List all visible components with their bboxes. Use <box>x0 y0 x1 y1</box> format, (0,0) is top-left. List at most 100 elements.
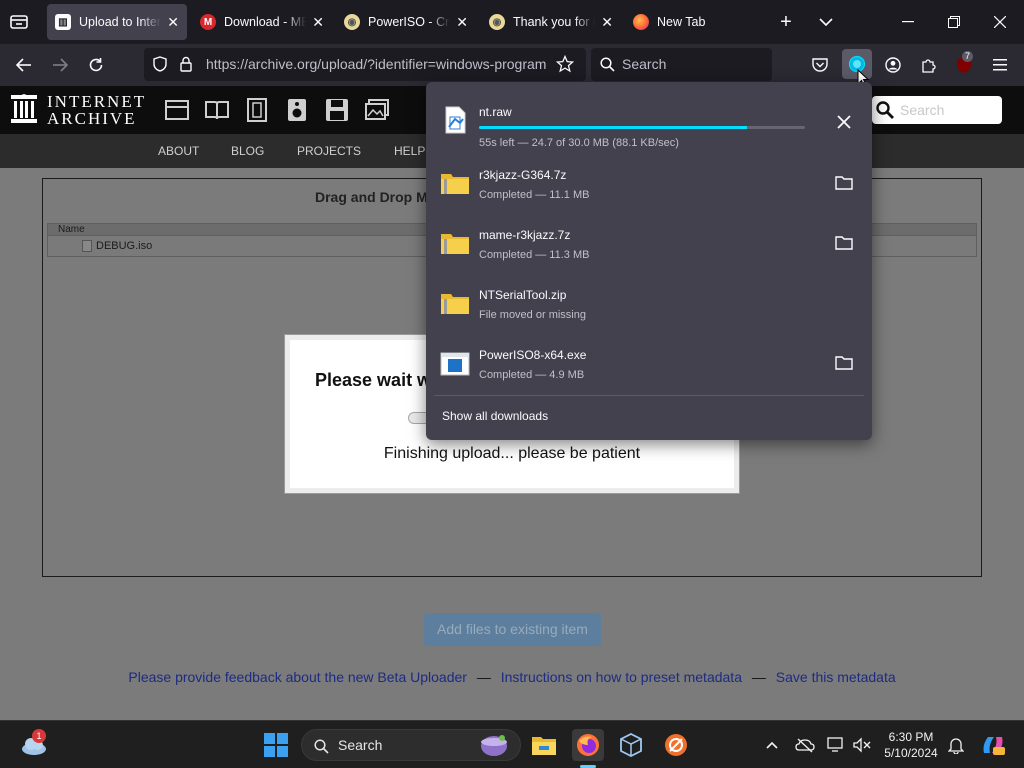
divider <box>434 395 864 396</box>
nav-projects[interactable]: PROJECTS <box>297 144 361 158</box>
footer-links: Please provide feedback about the new Be… <box>0 669 1024 685</box>
show-hidden-icons-chevron-icon[interactable] <box>764 737 780 753</box>
forward-arrow-icon[interactable] <box>50 55 70 75</box>
preset-metadata-link[interactable]: Instructions on how to preset metadata <box>501 669 742 685</box>
extensions-puzzle-icon[interactable] <box>919 55 939 75</box>
system-clock[interactable]: 6:30 PM 5/10/2024 <box>880 729 942 761</box>
ia-search-icon <box>876 101 894 119</box>
firefox-view-icon[interactable] <box>8 12 30 32</box>
ia-search-placeholder: Search <box>900 102 945 118</box>
show-all-downloads-button[interactable]: Show all downloads <box>442 409 548 423</box>
cancel-download-icon[interactable] <box>834 112 854 132</box>
weather-badge: 1 <box>32 729 46 743</box>
open-folder-icon[interactable] <box>834 173 854 193</box>
feedback-link[interactable]: Please provide feedback about the new Be… <box>128 669 467 685</box>
download-item[interactable]: NTSerialTool.zip File moved or missing <box>430 275 868 333</box>
video-film-icon[interactable] <box>245 98 269 122</box>
reload-icon[interactable] <box>86 55 106 75</box>
close-tab-icon[interactable]: ✕ <box>167 14 179 31</box>
volume-muted-icon[interactable] <box>852 736 872 754</box>
search-bar[interactable]: Search <box>591 48 772 81</box>
url-bar[interactable]: https://archive.org/upload/?identifier=w… <box>144 48 586 81</box>
tab-upload-internet-archive[interactable]: ▥ Upload to Internet Archive ✕ <box>47 4 187 40</box>
windows-start-icon[interactable] <box>260 729 292 761</box>
new-tab-plus-icon[interactable]: + <box>776 11 796 33</box>
internet-archive-wordmark[interactable]: INTERNET ARCHIVE <box>47 93 146 127</box>
taskbar-search-placeholder: Search <box>338 737 383 753</box>
tab-poweriso[interactable]: ◉ PowerISO - Create ✕ <box>336 4 476 40</box>
open-folder-icon[interactable] <box>834 353 854 373</box>
pocket-icon[interactable] <box>810 55 830 75</box>
download-item[interactable]: r3kjazz-G364.7z Completed — 11.1 MB <box>430 155 868 213</box>
search-highlight-icon <box>478 731 510 759</box>
tab-download-mega[interactable]: M Download - MEGA ✕ <box>192 4 332 40</box>
download-name: NTSerialTool.zip <box>479 288 567 302</box>
download-name: r3kjazz-G364.7z <box>479 168 567 182</box>
zip-folder-icon <box>440 228 470 258</box>
minimize-icon[interactable] <box>898 12 918 32</box>
zip-folder-icon <box>440 288 470 318</box>
windows-taskbar: 1 Search 6:30 PM 5/10/2024 <box>0 720 1024 768</box>
download-status: File moved or missing <box>479 309 586 321</box>
bookmark-star-icon[interactable] <box>556 55 574 73</box>
clock-date: 5/10/2024 <box>884 746 938 760</box>
nav-about[interactable]: ABOUT <box>158 144 199 158</box>
file-explorer-icon[interactable] <box>528 729 560 761</box>
audio-speaker-icon[interactable] <box>287 98 307 122</box>
url-text[interactable]: https://archive.org/upload/?identifier=w… <box>206 56 548 72</box>
save-metadata-link[interactable]: Save this metadata <box>776 669 896 685</box>
download-item[interactable]: PowerISO8-x64.exe Completed — 4.9 MB <box>430 335 868 393</box>
images-icon[interactable] <box>365 99 389 121</box>
close-window-icon[interactable] <box>990 12 1010 32</box>
firefox-taskbar-icon[interactable] <box>572 729 604 761</box>
navigation-toolbar: https://archive.org/upload/?identifier=w… <box>0 44 1024 87</box>
separator: — <box>751 669 766 685</box>
texts-book-icon[interactable] <box>205 99 229 121</box>
download-item[interactable]: mame-r3kjazz.7z Completed — 11.3 MB <box>430 215 868 273</box>
web-icon[interactable] <box>165 99 189 121</box>
modal-title: Please wait w <box>315 370 432 390</box>
modal-message: Finishing upload... please be patient <box>383 445 641 462</box>
nav-blog[interactable]: BLOG <box>231 144 264 158</box>
search-icon <box>599 56 615 72</box>
add-files-button[interactable]: Add files to existing item <box>424 613 601 646</box>
poweriso-favicon-icon: ◉ <box>344 14 360 30</box>
download-status: Completed — 11.1 MB <box>479 189 590 201</box>
internet-archive-logo-icon[interactable] <box>10 93 38 125</box>
download-item[interactable]: nt.raw 55s left — 24.7 of 30.0 MB (88.1 … <box>430 92 868 150</box>
ia-search-input[interactable]: Search <box>872 96 1002 124</box>
close-tab-icon[interactable]: ✕ <box>456 14 468 31</box>
downloads-panel: nt.raw 55s left — 24.7 of 30.0 MB (88.1 … <box>426 82 872 440</box>
onedrive-offline-icon[interactable] <box>795 736 815 754</box>
lock-icon[interactable] <box>178 56 194 72</box>
shield-icon[interactable] <box>152 56 168 72</box>
taskbar-search-input[interactable]: Search <box>301 729 521 761</box>
separator: — <box>476 669 491 685</box>
search-icon <box>313 738 329 754</box>
drop-area-title: Drag and Drop M <box>315 189 428 205</box>
tab-thank-you[interactable]: ◉ Thank you for installing ✕ <box>481 4 621 40</box>
back-arrow-icon[interactable] <box>14 55 34 75</box>
tab-bar: ▥ Upload to Internet Archive ✕ M Downloa… <box>0 0 1024 44</box>
close-tab-icon[interactable]: ✕ <box>601 14 613 31</box>
software-floppy-icon[interactable] <box>325 98 349 122</box>
account-icon[interactable] <box>883 55 903 75</box>
hamburger-menu-icon[interactable] <box>990 55 1010 75</box>
open-folder-icon[interactable] <box>834 233 854 253</box>
close-tab-icon[interactable]: ✕ <box>312 14 324 31</box>
exe-file-icon <box>440 348 470 378</box>
notifications-bell-icon[interactable] <box>947 736 965 754</box>
virtualbox-icon[interactable] <box>615 729 647 761</box>
poweriso-favicon-icon: ◉ <box>489 14 505 30</box>
mega-favicon-icon: M <box>200 14 216 30</box>
nav-help[interactable]: HELP <box>394 144 425 158</box>
list-all-tabs-chevron-icon[interactable] <box>816 12 836 32</box>
zip-folder-icon <box>440 168 470 198</box>
restore-icon[interactable] <box>944 12 964 32</box>
download-name: mame-r3kjazz.7z <box>479 228 571 242</box>
orange-app-icon[interactable] <box>660 729 692 761</box>
download-progress-bar <box>479 126 805 129</box>
copilot-icon[interactable] <box>977 729 1009 761</box>
tab-new-tab[interactable]: New Tab <box>625 4 765 40</box>
network-icon[interactable] <box>826 736 846 754</box>
